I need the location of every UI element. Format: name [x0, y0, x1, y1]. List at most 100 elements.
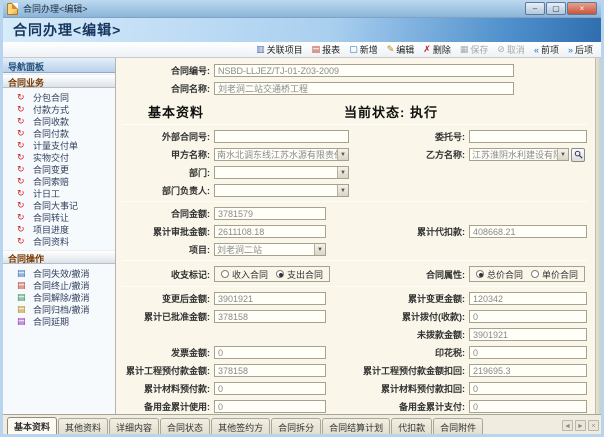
contract-sync-icon: ↻ [17, 224, 29, 234]
prepay-back-input[interactable] [469, 364, 587, 377]
tab-scroll-right-button[interactable]: ► [575, 420, 586, 431]
tab-attachments[interactable]: 合同附件 [433, 418, 483, 434]
material-prepay-input[interactable] [214, 382, 326, 395]
sidebar-item-events[interactable]: ↻合同大事记 [3, 199, 115, 211]
contract-sync-icon: ↻ [17, 188, 29, 198]
link-project-button[interactable]: ▥关联项目 [256, 43, 303, 56]
delete-button[interactable]: ✗删除 [423, 43, 451, 56]
sidebar-item-receipt[interactable]: ↻合同收款 [3, 115, 115, 127]
party-a-select[interactable]: 南水北调东线江苏水源有限责任公司▼ [214, 148, 349, 161]
vertical-scrollbar[interactable] [595, 58, 601, 414]
ext-no-label: 外部合同号: [118, 130, 210, 143]
divider [122, 260, 587, 261]
tab-other-parties[interactable]: 其他签约方 [211, 418, 270, 434]
status-label: 当前状态: 执行 [344, 102, 438, 121]
allocated-input[interactable] [469, 310, 587, 323]
sidebar-item-transfer[interactable]: ↻合同转让 [3, 211, 115, 223]
sidebar-item-extend[interactable]: ▤合同延期 [3, 315, 115, 327]
contract-no-label: 合同编号: [118, 64, 210, 77]
sidebar-item-change[interactable]: ↻合同变更 [3, 163, 115, 175]
contract-name-input[interactable] [214, 82, 514, 95]
prepay-total-label: 累计工程预付款金额: [118, 364, 210, 377]
cancel-button[interactable]: ⊘取消 [497, 43, 525, 56]
new-button[interactable]: ▢新增 [349, 43, 378, 56]
tab-contract-split[interactable]: 合同拆分 [271, 418, 321, 434]
party-b-select[interactable]: 江苏淮阴水利建设有限公司▼ [469, 148, 569, 161]
minimize-button[interactable]: – [525, 2, 545, 15]
material-back-input[interactable] [469, 382, 587, 395]
sidebar-item-delivery[interactable]: ↻实物交付 [3, 151, 115, 163]
consign-no-input[interactable] [469, 130, 587, 143]
tab-settlement-plan[interactable]: 合同结算计划 [322, 418, 390, 434]
sidebar-item-documents[interactable]: ↻合同资料 [3, 235, 115, 247]
prepay-total-input[interactable] [214, 364, 326, 377]
maximize-button[interactable]: ▢ [546, 2, 566, 15]
prev-item-button[interactable]: «前项 [534, 43, 559, 56]
radio-expense-contract[interactable]: 支出合同 [276, 268, 323, 281]
section-contract-business[interactable]: 合同业务 [3, 74, 115, 88]
amount-label: 合同金额: [118, 207, 210, 220]
sidebar-item-measure-pay[interactable]: ↻计量支付单 [3, 139, 115, 151]
sidebar-item-pay-method[interactable]: ↻付款方式 [3, 103, 115, 115]
tab-close-button[interactable]: × [588, 420, 599, 431]
contract-edit-window: 合同办理<编辑> – ▢ × 合同办理<编辑> ▥关联项目 ▤报表 ▢新增 ✎编… [0, 0, 604, 437]
sidebar-item-subcontract[interactable]: ↻分包合同 [3, 91, 115, 103]
section-contract-operations[interactable]: 合同操作 [3, 250, 115, 264]
unallocated-label: 未拨款金额: [326, 328, 465, 341]
contract-no-input[interactable] [214, 64, 514, 77]
sidebar-item-progress[interactable]: ↻项目进度 [3, 223, 115, 235]
project-label: 项目: [118, 243, 210, 256]
change-total-label: 累计变更金额: [326, 292, 465, 305]
project-select[interactable]: 刘老涧二站▼ [214, 243, 326, 256]
contract-sync-icon: ↻ [17, 236, 29, 246]
edit-icon: ✎ [387, 44, 395, 55]
tab-other-info[interactable]: 其他资料 [58, 418, 108, 434]
party-b-label: 乙方名称: [349, 148, 465, 161]
reserve-paid-input[interactable] [469, 400, 587, 413]
tab-detail-content[interactable]: 详细内容 [109, 418, 159, 434]
approved-amount-input[interactable] [214, 310, 326, 323]
dept-head-label: 部门负责人: [118, 184, 210, 197]
tab-withholding[interactable]: 代扣款 [391, 418, 432, 434]
party-b-lookup-button[interactable] [571, 148, 585, 162]
radio-lump-sum-contract[interactable]: 总价合同 [476, 268, 523, 281]
sidebar-item-payment[interactable]: ↻合同付款 [3, 127, 115, 139]
tab-contract-status[interactable]: 合同状态 [160, 418, 210, 434]
reserve-used-input[interactable] [214, 400, 326, 413]
app-icon [7, 3, 18, 15]
contract-sync-icon: ↻ [17, 116, 29, 126]
radio-unit-price-contract[interactable]: 单价合同 [531, 268, 578, 281]
withhold-total-input[interactable] [469, 225, 587, 238]
after-change-input[interactable] [214, 292, 326, 305]
sidebar-item-daywork[interactable]: ↻计日工 [3, 187, 115, 199]
divider [122, 124, 587, 125]
tab-basic-info[interactable]: 基本资料 [7, 417, 57, 435]
ext-no-input[interactable] [214, 130, 349, 143]
dept-select[interactable]: ▼ [214, 166, 349, 179]
dept-head-select[interactable]: ▼ [214, 184, 349, 197]
edit-button[interactable]: ✎编辑 [387, 43, 415, 56]
contract-form: 合同编号: 合同名称: 基本资料 当前状态: 执行 外部合同号: 委托号: 甲方… [116, 58, 595, 414]
contract-sync-icon: ↻ [17, 92, 29, 102]
stamp-tax-input[interactable] [469, 346, 587, 359]
contract-release-icon: ▤ [17, 292, 29, 302]
sidebar-item-invalidate[interactable]: ▤合同失效/撤消 [3, 267, 115, 279]
sidebar-item-claim[interactable]: ↻合同索赔 [3, 175, 115, 187]
approved-total-input[interactable] [214, 225, 326, 238]
radio-income-contract[interactable]: 收入合同 [221, 268, 268, 281]
contract-sync-icon: ↻ [17, 128, 29, 138]
close-button[interactable]: × [567, 2, 597, 15]
allocated-label: 累计拨付(收款): [326, 310, 465, 323]
sidebar-item-release[interactable]: ▤合同解除/撤消 [3, 291, 115, 303]
next-item-button[interactable]: »后项 [568, 43, 593, 56]
invoice-input[interactable] [214, 346, 326, 359]
amount-input[interactable] [214, 207, 326, 220]
report-button[interactable]: ▤报表 [312, 43, 341, 56]
tab-scroll-left-button[interactable]: ◄ [562, 420, 573, 431]
unallocated-input[interactable] [469, 328, 587, 341]
save-button[interactable]: ▦保存 [460, 43, 489, 56]
sidebar-item-terminate[interactable]: ▤合同终止/撤消 [3, 279, 115, 291]
divider [122, 201, 587, 202]
change-total-input[interactable] [469, 292, 587, 305]
sidebar-item-archive[interactable]: ▤合同归档/撤消 [3, 303, 115, 315]
